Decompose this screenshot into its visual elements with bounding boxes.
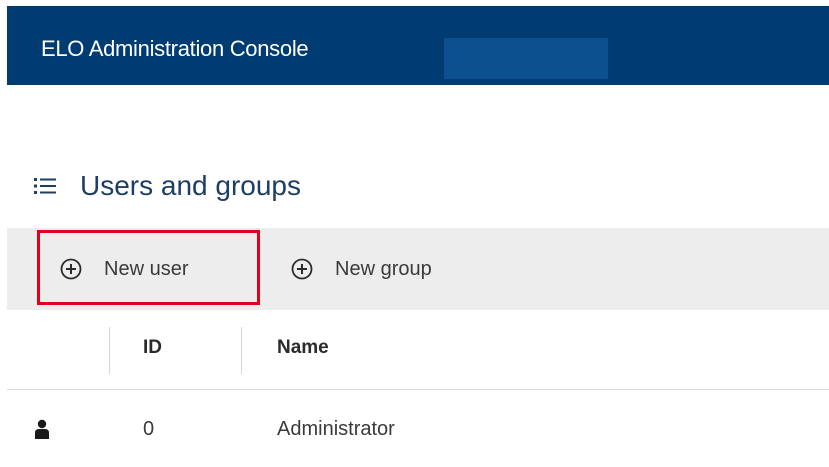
- new-group-label: New group: [335, 257, 432, 280]
- section-header: Users and groups: [34, 166, 301, 206]
- column-separator: [241, 327, 242, 374]
- app-title: ELO Administration Console: [41, 36, 309, 61]
- page-title: Users and groups: [80, 170, 302, 201]
- plus-circle-icon: [60, 258, 82, 280]
- new-group-button[interactable]: New group: [291, 228, 432, 310]
- user-icon: [35, 419, 49, 439]
- list-icon: [34, 178, 56, 194]
- column-header-id[interactable]: ID: [143, 337, 162, 359]
- column-header-name[interactable]: Name: [277, 337, 329, 359]
- row-divider: [7, 389, 829, 390]
- table-cell-id[interactable]: 0: [143, 418, 154, 441]
- new-user-button[interactable]: New user: [60, 228, 188, 310]
- toolbar: New user New group: [7, 228, 829, 310]
- app-header: ELO Administration Console: [7, 6, 829, 85]
- new-user-label: New user: [104, 257, 189, 280]
- column-separator: [109, 327, 110, 374]
- redacted-area: [444, 38, 608, 79]
- table-cell-name[interactable]: Administrator: [277, 418, 395, 441]
- plus-circle-icon: [291, 258, 313, 280]
